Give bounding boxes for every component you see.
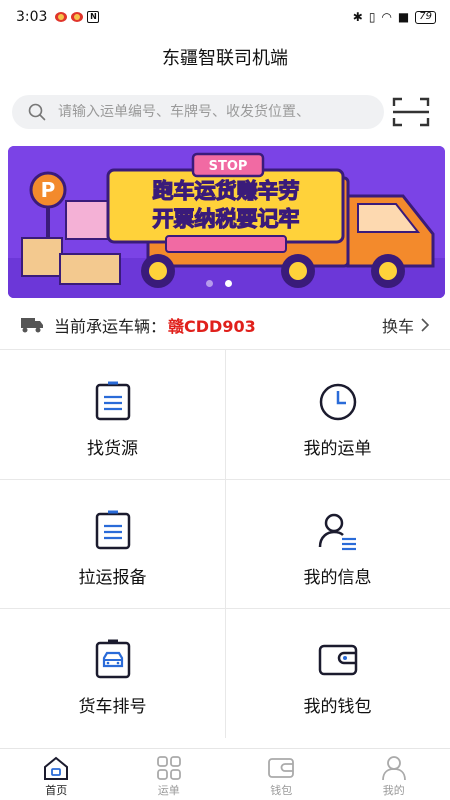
banner-line-1: 跑车运货赚辛劳 <box>153 179 300 203</box>
nav-label: 我的 <box>382 784 405 797</box>
nav-wallet[interactable]: 钱包 <box>225 749 338 800</box>
notification-icons: N <box>55 11 100 23</box>
promo-banner[interactable]: P STOP 跑车运货赚辛劳 开票纳税要记牢 <box>8 146 445 298</box>
vehicle-label: 当前承运车辆： <box>54 317 167 336</box>
weibo-icon <box>71 12 84 22</box>
grid-label: 我的信息 <box>303 568 372 588</box>
grid-label: 我的钱包 <box>303 697 372 717</box>
wallet-icon <box>318 644 357 676</box>
status-bar: 3:03 N ✱ ▯ ◠ ■ 79 <box>0 0 450 34</box>
nfc-icon: N <box>87 11 100 23</box>
home-icon <box>44 756 69 780</box>
grid-icon <box>156 756 181 780</box>
banner-dot[interactable] <box>206 280 213 287</box>
user-info-icon <box>318 513 356 551</box>
change-vehicle-button[interactable]: 换车 <box>382 313 430 337</box>
truck-queue-button[interactable]: 货车排号 <box>0 608 225 737</box>
search-icon <box>28 103 46 121</box>
bluetooth-icon: ✱ <box>352 10 363 24</box>
grid-label: 货车排号 <box>78 697 147 717</box>
nav-label: 运单 <box>157 784 180 797</box>
banner-pagination <box>206 280 232 287</box>
my-waybills-button[interactable]: 我的运单 <box>225 350 450 479</box>
change-vehicle-label: 换车 <box>381 317 414 336</box>
transport-report-button[interactable]: 拉运报备 <box>0 479 225 608</box>
chevron-right-icon <box>421 318 430 332</box>
list-document-icon <box>95 381 130 421</box>
clock-icon <box>319 383 356 421</box>
parking-sign: P <box>41 178 56 202</box>
search-input[interactable] <box>58 104 378 120</box>
bottom-nav: 首页 运单 钱包 我的 <box>0 748 450 800</box>
nav-label: 首页 <box>45 784 68 797</box>
vehicle-plate: 赣CDD903 <box>168 317 256 336</box>
grid-label: 我的运单 <box>303 439 372 459</box>
search-bar[interactable] <box>12 95 384 129</box>
grid-label: 拉运报备 <box>78 568 147 588</box>
battery-icon: 79 <box>415 10 436 24</box>
nav-label: 钱包 <box>270 784 293 797</box>
stop-sign-text: STOP <box>209 159 248 174</box>
wallet-icon <box>268 758 295 778</box>
banner-dot-active[interactable] <box>225 280 232 287</box>
alert-icon: ■ <box>397 10 410 24</box>
find-cargo-button[interactable]: 找货源 <box>0 350 225 479</box>
current-vehicle-row: 当前承运车辆： 赣CDD903 换车 <box>0 305 450 345</box>
scan-icon[interactable] <box>392 96 430 128</box>
nav-waybill[interactable]: 运单 <box>113 749 226 800</box>
banner-line-2: 开票纳税要记牢 <box>153 207 300 231</box>
status-time: 3:03 <box>16 9 48 25</box>
banner-illustration: P STOP 跑车运货赚辛劳 开票纳税要记牢 <box>8 146 445 298</box>
wifi-icon: ◠ <box>381 10 392 24</box>
truck-icon <box>21 318 43 333</box>
my-wallet-button[interactable]: 我的钱包 <box>225 608 450 737</box>
weibo-icon <box>55 12 68 22</box>
my-info-button[interactable]: 我的信息 <box>225 479 450 608</box>
profile-icon <box>381 756 406 781</box>
vibrate-icon: ▯ <box>368 10 376 24</box>
report-document-icon <box>95 510 130 550</box>
grid-label: 找货源 <box>87 439 138 459</box>
system-icons: ✱ ▯ ◠ ■ 79 <box>353 10 436 24</box>
nav-profile[interactable]: 我的 <box>338 749 450 800</box>
truck-queue-icon <box>95 639 130 679</box>
nav-home[interactable]: 首页 <box>0 749 113 800</box>
page-title: 东疆智联司机端 <box>162 48 288 69</box>
